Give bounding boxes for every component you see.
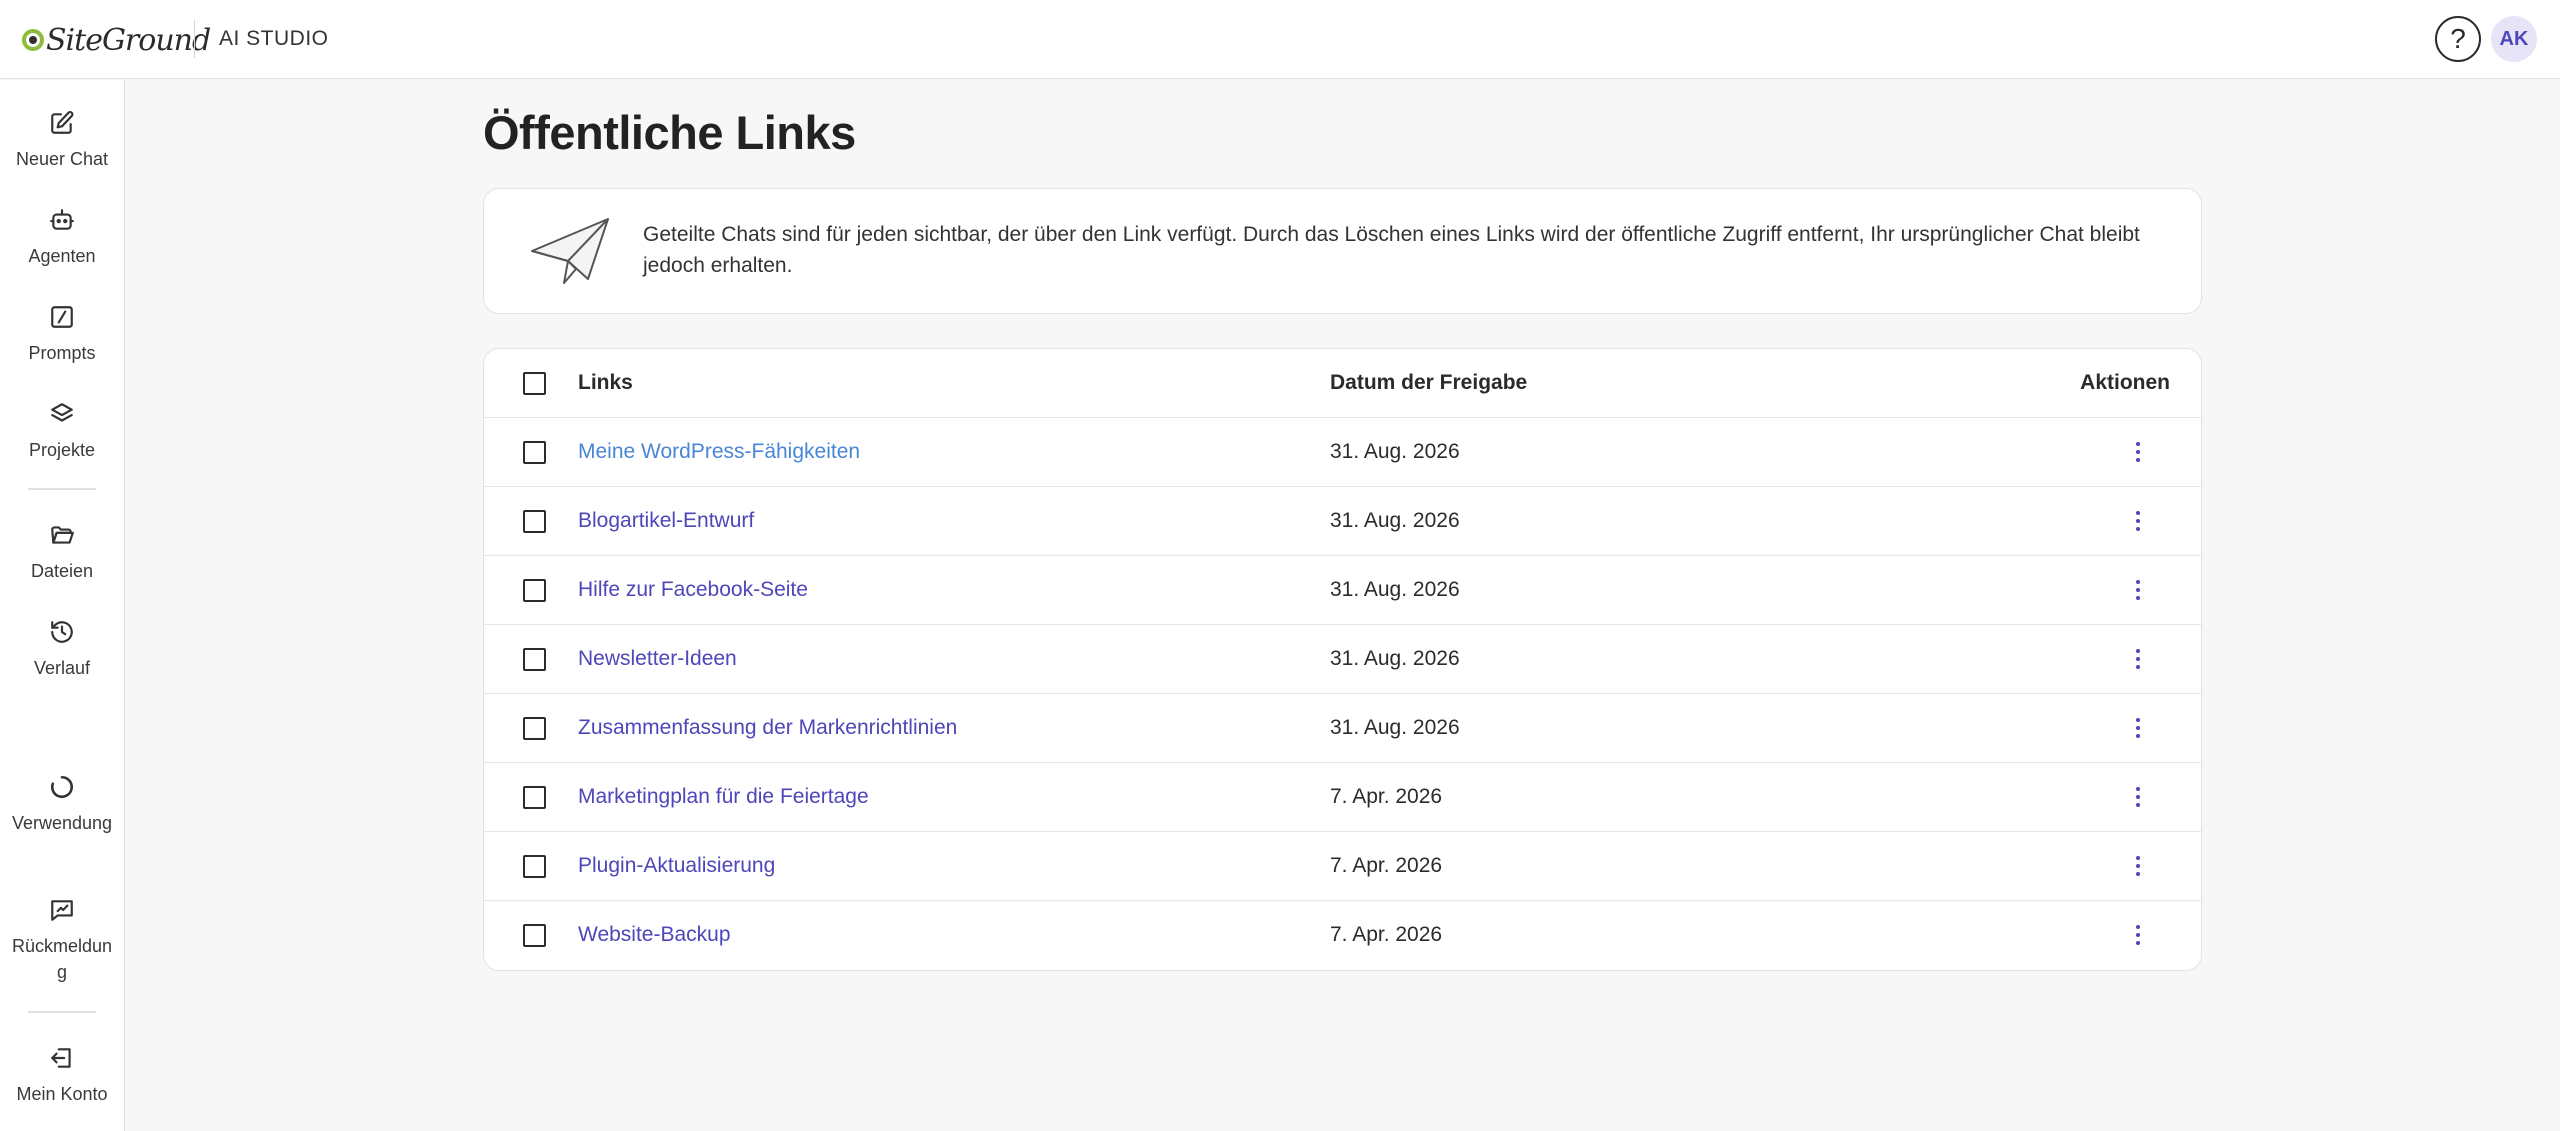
more-actions-icon[interactable] xyxy=(2128,436,2148,468)
sidebar-item-label: Projekte xyxy=(28,440,96,460)
info-card: Geteilte Chats sind für jeden sichtbar, … xyxy=(483,188,2202,314)
siteground-logo[interactable]: SiteGround xyxy=(22,22,211,58)
table-row: Blogartikel-Entwurf 31. Aug. 2026 xyxy=(484,487,2201,556)
shared-link[interactable]: Blogartikel-Entwurf xyxy=(578,509,754,533)
table-row: Website-Backup 7. Apr. 2026 xyxy=(484,901,2201,970)
feedback-icon xyxy=(51,900,73,921)
topbar-divider xyxy=(194,20,195,58)
links-table: Links Datum der Freigabe Aktionen Meine … xyxy=(483,348,2202,971)
edit-square-icon xyxy=(51,111,74,134)
history-icon xyxy=(51,621,73,643)
select-all-checkbox[interactable] xyxy=(523,372,546,395)
share-date: 31. Aug. 2026 xyxy=(1330,716,1460,739)
prompt-slash-icon xyxy=(51,306,73,328)
page-title: Öffentliche Links xyxy=(483,106,856,159)
sidebar-item-files[interactable]: Dateien xyxy=(0,522,124,584)
more-actions-icon[interactable] xyxy=(2128,850,2148,882)
column-header-actions: Aktionen xyxy=(2080,371,2170,394)
row-checkbox[interactable] xyxy=(523,648,546,671)
logo-mark-icon xyxy=(22,29,44,51)
user-avatar[interactable]: AK xyxy=(2491,16,2537,62)
shared-link[interactable]: Marketingplan für die Feiertage xyxy=(578,785,869,809)
more-actions-icon[interactable] xyxy=(2128,919,2148,951)
row-checkbox[interactable] xyxy=(523,510,546,533)
row-checkbox[interactable] xyxy=(523,924,546,947)
shared-link[interactable]: Meine WordPress-Fähigkeiten xyxy=(578,440,860,464)
more-actions-icon[interactable] xyxy=(2128,712,2148,744)
column-header-date[interactable]: Datum der Freigabe xyxy=(1330,371,1527,395)
sidebar-item-usage[interactable]: Verwendung xyxy=(0,774,124,836)
shared-link[interactable]: Plugin-Aktualisierung xyxy=(578,854,775,878)
sidebar-item-label: Mein Konto xyxy=(16,1084,108,1104)
sidebar-item-agents[interactable]: Agenten xyxy=(0,207,124,269)
table-row: Newsletter-Ideen 31. Aug. 2026 xyxy=(484,625,2201,694)
paper-plane-icon xyxy=(531,218,609,284)
sidebar-item-label: Prompts xyxy=(28,343,96,363)
table-row: Plugin-Aktualisierung 7. Apr. 2026 xyxy=(484,832,2201,901)
sidebar-item-feedback[interactable]: Rückmeldung xyxy=(0,897,124,985)
layers-icon xyxy=(51,403,73,422)
shared-link[interactable]: Website-Backup xyxy=(578,923,731,947)
more-actions-icon[interactable] xyxy=(2128,574,2148,606)
table-row: Hilfe zur Facebook-Seite 31. Aug. 2026 xyxy=(484,556,2201,625)
shared-link[interactable]: Zusammenfassung der Markenrichtlinien xyxy=(578,716,957,740)
share-date: 7. Apr. 2026 xyxy=(1330,923,1443,946)
row-checkbox[interactable] xyxy=(523,579,546,602)
row-checkbox[interactable] xyxy=(523,855,546,878)
share-date: 31. Aug. 2026 xyxy=(1330,578,1460,601)
sidebar-item-label: Agenten xyxy=(28,246,96,266)
sidebar-divider xyxy=(28,1011,96,1013)
usage-circle-icon xyxy=(50,775,74,799)
sidebar-item-history[interactable]: Verlauf xyxy=(0,619,124,681)
sidebar-item-new-chat[interactable]: Neuer Chat xyxy=(0,110,124,172)
logout-icon xyxy=(51,1048,71,1068)
sidebar-item-label: Verlauf xyxy=(33,658,91,678)
shared-link[interactable]: Hilfe zur Facebook-Seite xyxy=(578,578,808,602)
sidebar-item-label: Rückmeldung xyxy=(11,936,113,982)
row-checkbox[interactable] xyxy=(523,786,546,809)
folder-open-icon xyxy=(51,526,74,544)
table-row: Marketingplan für die Feiertage 7. Apr. … xyxy=(484,763,2201,832)
sidebar-item-label: Neuer Chat xyxy=(15,149,109,169)
shared-link[interactable]: Newsletter-Ideen xyxy=(578,647,737,671)
table-header-row: Links Datum der Freigabe Aktionen xyxy=(484,349,2201,418)
top-bar: SiteGround AI STUDIO ? AK xyxy=(0,0,2560,79)
sidebar: Neuer Chat Agenten Prompts Projekte Date… xyxy=(0,80,125,1131)
share-date: 7. Apr. 2026 xyxy=(1330,854,1443,877)
sidebar-item-prompts[interactable]: Prompts xyxy=(0,304,124,366)
more-actions-icon[interactable] xyxy=(2128,505,2148,537)
table-row: Meine WordPress-Fähigkeiten 31. Aug. 202… xyxy=(484,418,2201,487)
share-date: 31. Aug. 2026 xyxy=(1330,509,1460,532)
column-header-links[interactable]: Links xyxy=(578,371,633,395)
share-date: 31. Aug. 2026 xyxy=(1330,647,1460,670)
info-text: Geteilte Chats sind für jeden sichtbar, … xyxy=(643,223,2140,277)
more-actions-icon[interactable] xyxy=(2128,643,2148,675)
sidebar-item-projects[interactable]: Projekte xyxy=(0,401,124,463)
row-checkbox[interactable] xyxy=(523,717,546,740)
share-date: 7. Apr. 2026 xyxy=(1330,785,1443,808)
app-title: AI STUDIO xyxy=(219,27,329,50)
sidebar-item-label: Verwendung xyxy=(11,813,113,833)
share-date: 31. Aug. 2026 xyxy=(1330,440,1460,463)
sidebar-item-my-account[interactable]: Mein Konto xyxy=(0,1045,124,1107)
sidebar-divider xyxy=(28,488,96,490)
sidebar-item-label: Dateien xyxy=(30,561,94,581)
help-button[interactable]: ? xyxy=(2435,16,2481,62)
logo-text: SiteGround xyxy=(46,22,211,58)
robot-icon xyxy=(50,209,74,230)
question-mark-circle-icon: ? xyxy=(2450,23,2466,54)
table-row: Zusammenfassung der Markenrichtlinien 31… xyxy=(484,694,2201,763)
row-checkbox[interactable] xyxy=(523,441,546,464)
more-actions-icon[interactable] xyxy=(2128,781,2148,813)
